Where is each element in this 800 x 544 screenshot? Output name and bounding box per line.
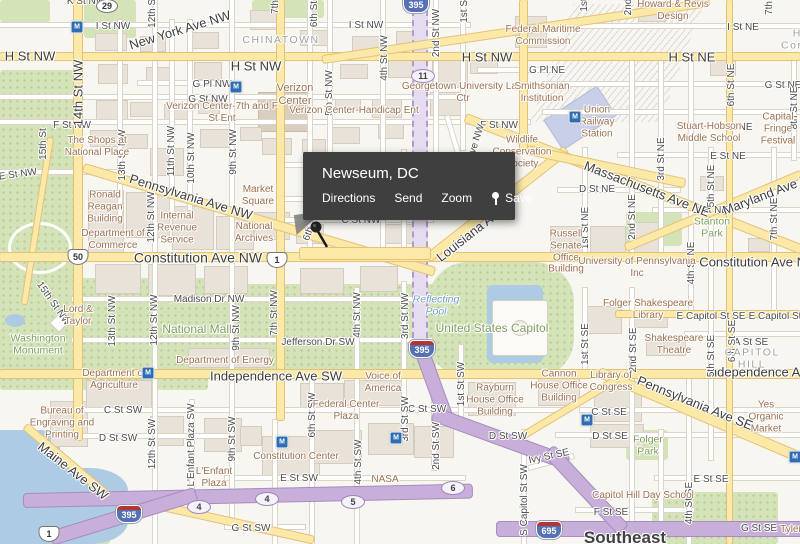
metro-station-icon: M [580,413,594,427]
route-shield-395: 395 [403,0,429,13]
place-labels-layer: CHINATOWN CAPITOL HILL H St Corridor Verizo… [0,0,800,544]
place-label: Federal Center Plaza [312,399,380,422]
location-popup: Newseum, DC Directions Send Zoom Save [303,152,532,220]
place-label: Department of Energy [176,355,274,367]
metro-station-icon: M [229,80,243,94]
place-label: Smithsonian Institution [514,81,570,104]
place-label: L'Enfant Plaza [195,466,233,489]
place-label: Capitol Hill Day School [592,490,694,502]
directions-link[interactable]: Directions [322,191,375,205]
map-pushpin[interactable] [306,218,332,255]
place-label: Folger Shakespeare Library [602,298,694,321]
place-label: Reflecting Pool [412,293,460,318]
place-label: Yes Organic Market [748,399,784,434]
place-label: Shakespeare Theatre [644,333,704,356]
metro-station-icon: M [275,435,289,449]
map-canvas[interactable]: K St NW I St NW I St NW 12th St 7th 6th St 1st… [0,0,800,544]
route-shield-395: 395 [116,505,142,523]
place-label: United States Capitol [435,320,549,335]
place-label: The Shops at National Place [64,135,130,158]
zoom-link[interactable]: Zoom [441,191,472,205]
place-label: National Archives [234,221,274,244]
place-label: CAPITOL HILL [724,346,780,371]
route-shield-11: 11 [411,69,435,83]
pushpin-icon [310,221,329,248]
place-label: Stuart-Hobson Middle School [676,121,742,144]
metro-station-icon: M [70,20,84,34]
place-label: Washington Monument [10,332,66,357]
place-label: NASA [371,474,399,486]
place-label: Howard & Revis Design [637,0,709,22]
place-label: Market Square [241,184,275,207]
place-label: National Mall [162,321,232,336]
metro-station-icon: M [568,110,582,124]
place-label: Federal Maritime Commission [505,24,581,47]
route-shield-695: 695 [536,521,562,539]
place-label: H St Corridor [781,27,800,52]
popup-actions: Directions Send Zoom Save [322,191,532,205]
place-label: Folger Park [633,433,663,458]
save-link[interactable]: Save [491,191,532,205]
place-label: Verizon Center-Handicap Ent [289,105,419,117]
route-shield-5: 5 [341,495,365,509]
metro-station-icon: M [389,431,403,445]
route-shield-6: 6 [441,481,465,495]
place-label: Capital Fringe Festival [760,111,796,146]
metro-station-icon: M [141,366,155,380]
place-label: Bureau of Engraving and Printing [29,405,95,440]
route-shield-4: 4 [255,492,279,506]
place-label: Verizon Center-7th and F St Ent [166,101,278,124]
route-shield-395: 395 [409,340,435,358]
place-label: Stanton Park [693,215,731,240]
place-label: Constitution Center [253,451,339,463]
place-label: Voice of America [364,371,402,394]
place-label: Rayburn House Office Building [466,382,524,417]
place-label: University of Pennsylvania Inc [578,256,696,279]
popup-title: Newseum, DC [322,165,419,182]
route-shield-4: 4 [187,500,211,514]
metro-station-icon: M [788,450,800,464]
place-label: Lord & Taylor [63,304,93,327]
place-label: CHINATOWN [242,33,320,46]
place-label: Ronald Reagan Building [87,189,123,224]
place-label: Tyler [780,524,800,536]
save-pushpin-icon [491,191,500,205]
send-link[interactable]: Send [394,191,422,205]
place-label: Library of Congress [589,370,633,393]
